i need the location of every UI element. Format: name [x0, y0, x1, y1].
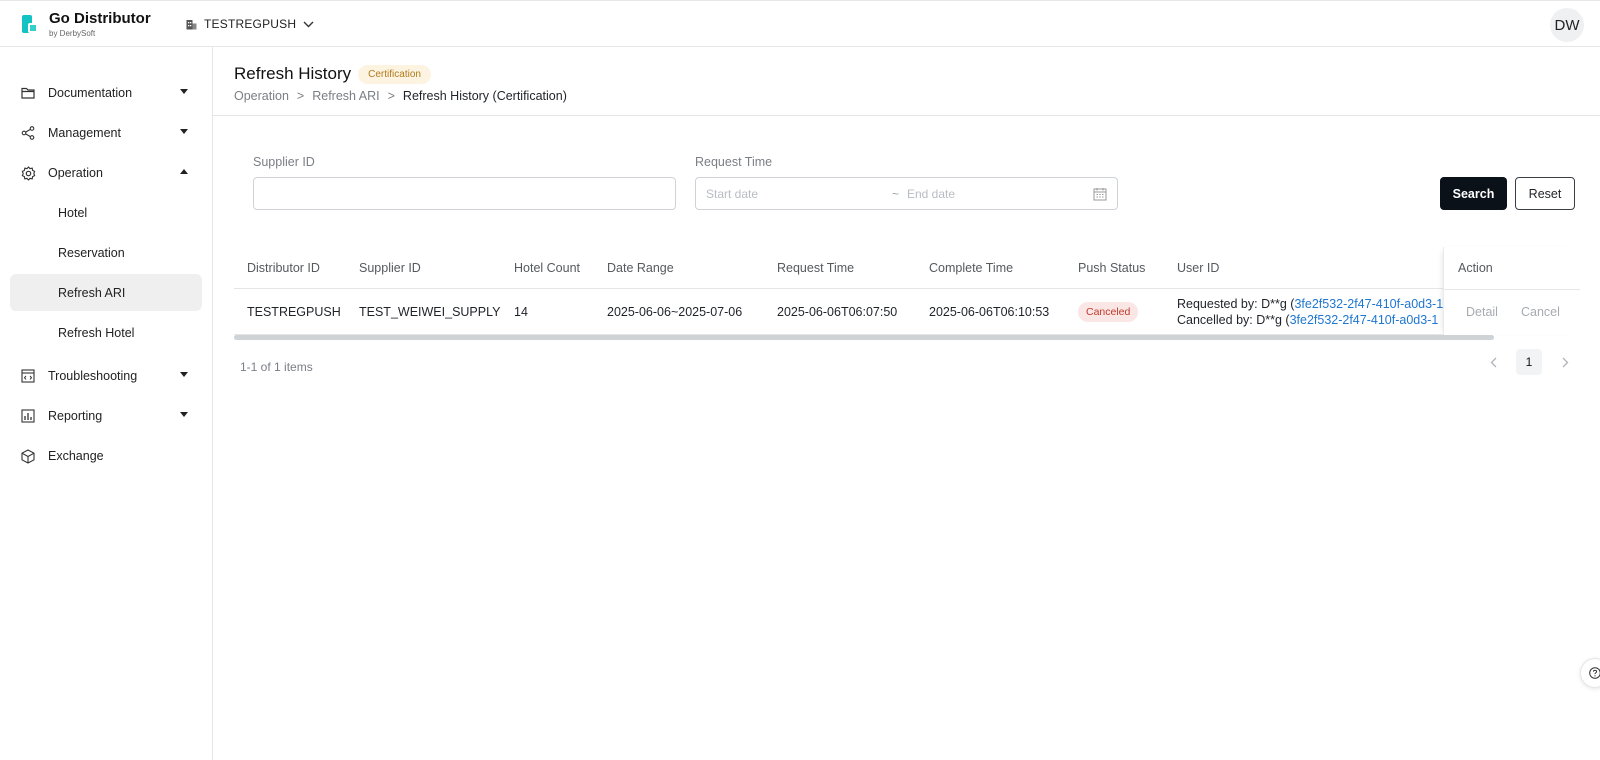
sidebar-item-operation[interactable]: Operation: [10, 154, 202, 192]
tenant-selector[interactable]: TESTREGPUSH: [186, 17, 314, 31]
sidebar-item-exchange[interactable]: Exchange: [10, 437, 202, 475]
chevron-left-icon: [1490, 357, 1496, 367]
sidebar-item-management[interactable]: Management: [10, 114, 202, 152]
cube-icon: [20, 448, 36, 464]
user-avatar[interactable]: DW: [1550, 8, 1584, 42]
request-time-label: Request Time: [695, 155, 773, 169]
code-window-icon: [20, 368, 36, 384]
bar-chart-icon: [20, 408, 36, 424]
refresh-history-table: Distributor ID Supplier ID Hotel Count D…: [234, 247, 1580, 340]
tenant-label: TESTREGPUSH: [204, 17, 297, 31]
breadcrumb-current: Refresh History (Certification): [402, 89, 567, 103]
folder-icon: [20, 85, 36, 101]
filter-form: Supplier ID Request Time Start date ~ En…: [253, 155, 1580, 215]
breadcrumb-refresh-ari[interactable]: Refresh ARI: [312, 89, 379, 103]
cell-hotel-count: 14: [514, 304, 528, 319]
calendar-icon[interactable]: [1093, 187, 1107, 201]
reset-button[interactable]: Reset: [1515, 177, 1575, 210]
end-date-input[interactable]: End date: [907, 187, 955, 201]
page-title: Refresh History: [234, 64, 352, 83]
sidebar-subitem-refresh-ari[interactable]: Refresh ARI: [10, 274, 202, 311]
cell-complete-time: 2025-06-06T06:10:53: [929, 304, 1050, 319]
requested-by-user-link[interactable]: 3fe2f532-2f47-410f-a0d3-1: [1294, 297, 1443, 311]
column-header-user-id: User ID: [1177, 260, 1220, 275]
sidebar-item-troubleshooting[interactable]: Troubleshooting: [10, 357, 202, 395]
column-header-supplier-id: Supplier ID: [359, 260, 421, 275]
chevron-down-icon: [303, 21, 314, 27]
column-header-date-range: Date Range: [607, 260, 674, 275]
date-separator: ~: [892, 187, 900, 201]
cancel-button[interactable]: Cancel: [1521, 305, 1560, 319]
app-title: Go Distributor: [49, 10, 151, 27]
column-header-complete-time: Complete Time: [929, 260, 1014, 275]
sidebar-subitem-hotel[interactable]: Hotel: [10, 194, 202, 231]
sidebar-item-documentation[interactable]: Documentation: [10, 74, 202, 112]
cell-distributor-id: TESTREGPUSH: [247, 304, 341, 319]
cell-request-time: 2025-06-06T06:07:50: [777, 304, 898, 319]
gear-icon: [20, 165, 36, 181]
pagination-summary: 1-1 of 1 items: [240, 360, 313, 374]
breadcrumb-operation[interactable]: Operation: [234, 89, 289, 103]
main-content: Refresh History Certification Operation …: [213, 47, 1600, 760]
caret-down-icon: [180, 412, 188, 417]
column-header-push-status: Push Status: [1078, 260, 1146, 275]
sidebar-item-label: Documentation: [48, 86, 133, 100]
sidebar-item-label: Troubleshooting: [48, 369, 138, 383]
column-header-action: Action: [1458, 261, 1493, 275]
caret-down-icon: [180, 372, 188, 377]
column-header-hotel-count: Hotel Count: [514, 260, 581, 275]
sidebar-subitem-refresh-hotel[interactable]: Refresh Hotel: [10, 314, 202, 351]
breadcrumb-separator: >: [387, 89, 395, 103]
column-header-request-time: Request Time: [777, 260, 855, 275]
page-number-button[interactable]: 1: [1516, 349, 1542, 375]
sidebar-item-label: Operation: [48, 166, 103, 180]
requested-by-text: Requested by: D**g (: [1177, 296, 1295, 311]
pagination: 1: [1480, 349, 1578, 375]
sidebar: Documentation Management Operation Hotel…: [0, 47, 213, 760]
breadcrumb-separator: >: [296, 89, 305, 103]
cell-user-id: Requested by: D**g (3fe2f532-2f47-410f-a…: [1177, 289, 1447, 334]
start-date-input[interactable]: Start date: [706, 187, 758, 201]
cancelled-by-text: Cancelled by: D**g (: [1177, 312, 1290, 327]
building-icon: [186, 19, 197, 29]
sidebar-item-reporting[interactable]: Reporting: [10, 397, 202, 435]
question-circle-icon: [1589, 667, 1600, 679]
caret-down-icon: [180, 89, 188, 94]
page-header: Refresh History Certification Operation …: [213, 47, 1600, 116]
column-header-distributor-id: Distributor ID: [247, 260, 320, 275]
cell-supplier-id: TEST_WEIWEI_SUPPLY: [359, 304, 501, 319]
app-logo[interactable]: Go Distributor by DerbySoft: [22, 11, 151, 39]
cell-push-status: Canceled: [1078, 289, 1139, 334]
horizontal-scrollbar[interactable]: [234, 335, 1494, 340]
table-header: Distributor ID Supplier ID Hotel Count D…: [234, 247, 1579, 289]
prev-page-button[interactable]: [1480, 349, 1506, 375]
share-icon: [20, 125, 36, 141]
caret-up-icon: [180, 169, 188, 174]
chevron-right-icon: [1562, 357, 1568, 367]
sidebar-item-label: Reporting: [48, 409, 103, 423]
detail-button[interactable]: Detail: [1466, 305, 1498, 319]
status-badge: Canceled: [1078, 301, 1139, 322]
sidebar-item-label: Exchange: [48, 449, 104, 463]
cell-date-range: 2025-06-06~2025-07-06: [607, 304, 743, 319]
sidebar-subitem-reservation[interactable]: Reservation: [10, 234, 202, 271]
supplier-id-input[interactable]: [253, 177, 676, 210]
caret-down-icon: [180, 129, 188, 134]
request-time-range-picker[interactable]: Start date ~ End date: [695, 177, 1118, 210]
environment-tag: Certification: [358, 64, 431, 84]
supplier-id-label: Supplier ID: [253, 155, 315, 169]
app-subtitle: by DerbySoft: [49, 29, 96, 38]
sidebar-item-label: Management: [48, 126, 121, 140]
cancelled-by-user-link[interactable]: 3fe2f532-2f47-410f-a0d3-1: [1290, 313, 1439, 327]
breadcrumb: Operation > Refresh ARI > Refresh Histor…: [234, 89, 1600, 103]
action-column: Action Detail Cancel: [1443, 247, 1580, 335]
help-button[interactable]: [1580, 658, 1600, 688]
logo-mark-icon: [22, 15, 40, 35]
next-page-button[interactable]: [1552, 349, 1578, 375]
search-button[interactable]: Search: [1440, 177, 1507, 210]
top-bar: Go Distributor by DerbySoft TESTREGPUSH …: [0, 0, 1600, 47]
table-row: TESTREGPUSH TEST_WEIWEI_SUPPLY 14 2025-0…: [234, 289, 1579, 335]
